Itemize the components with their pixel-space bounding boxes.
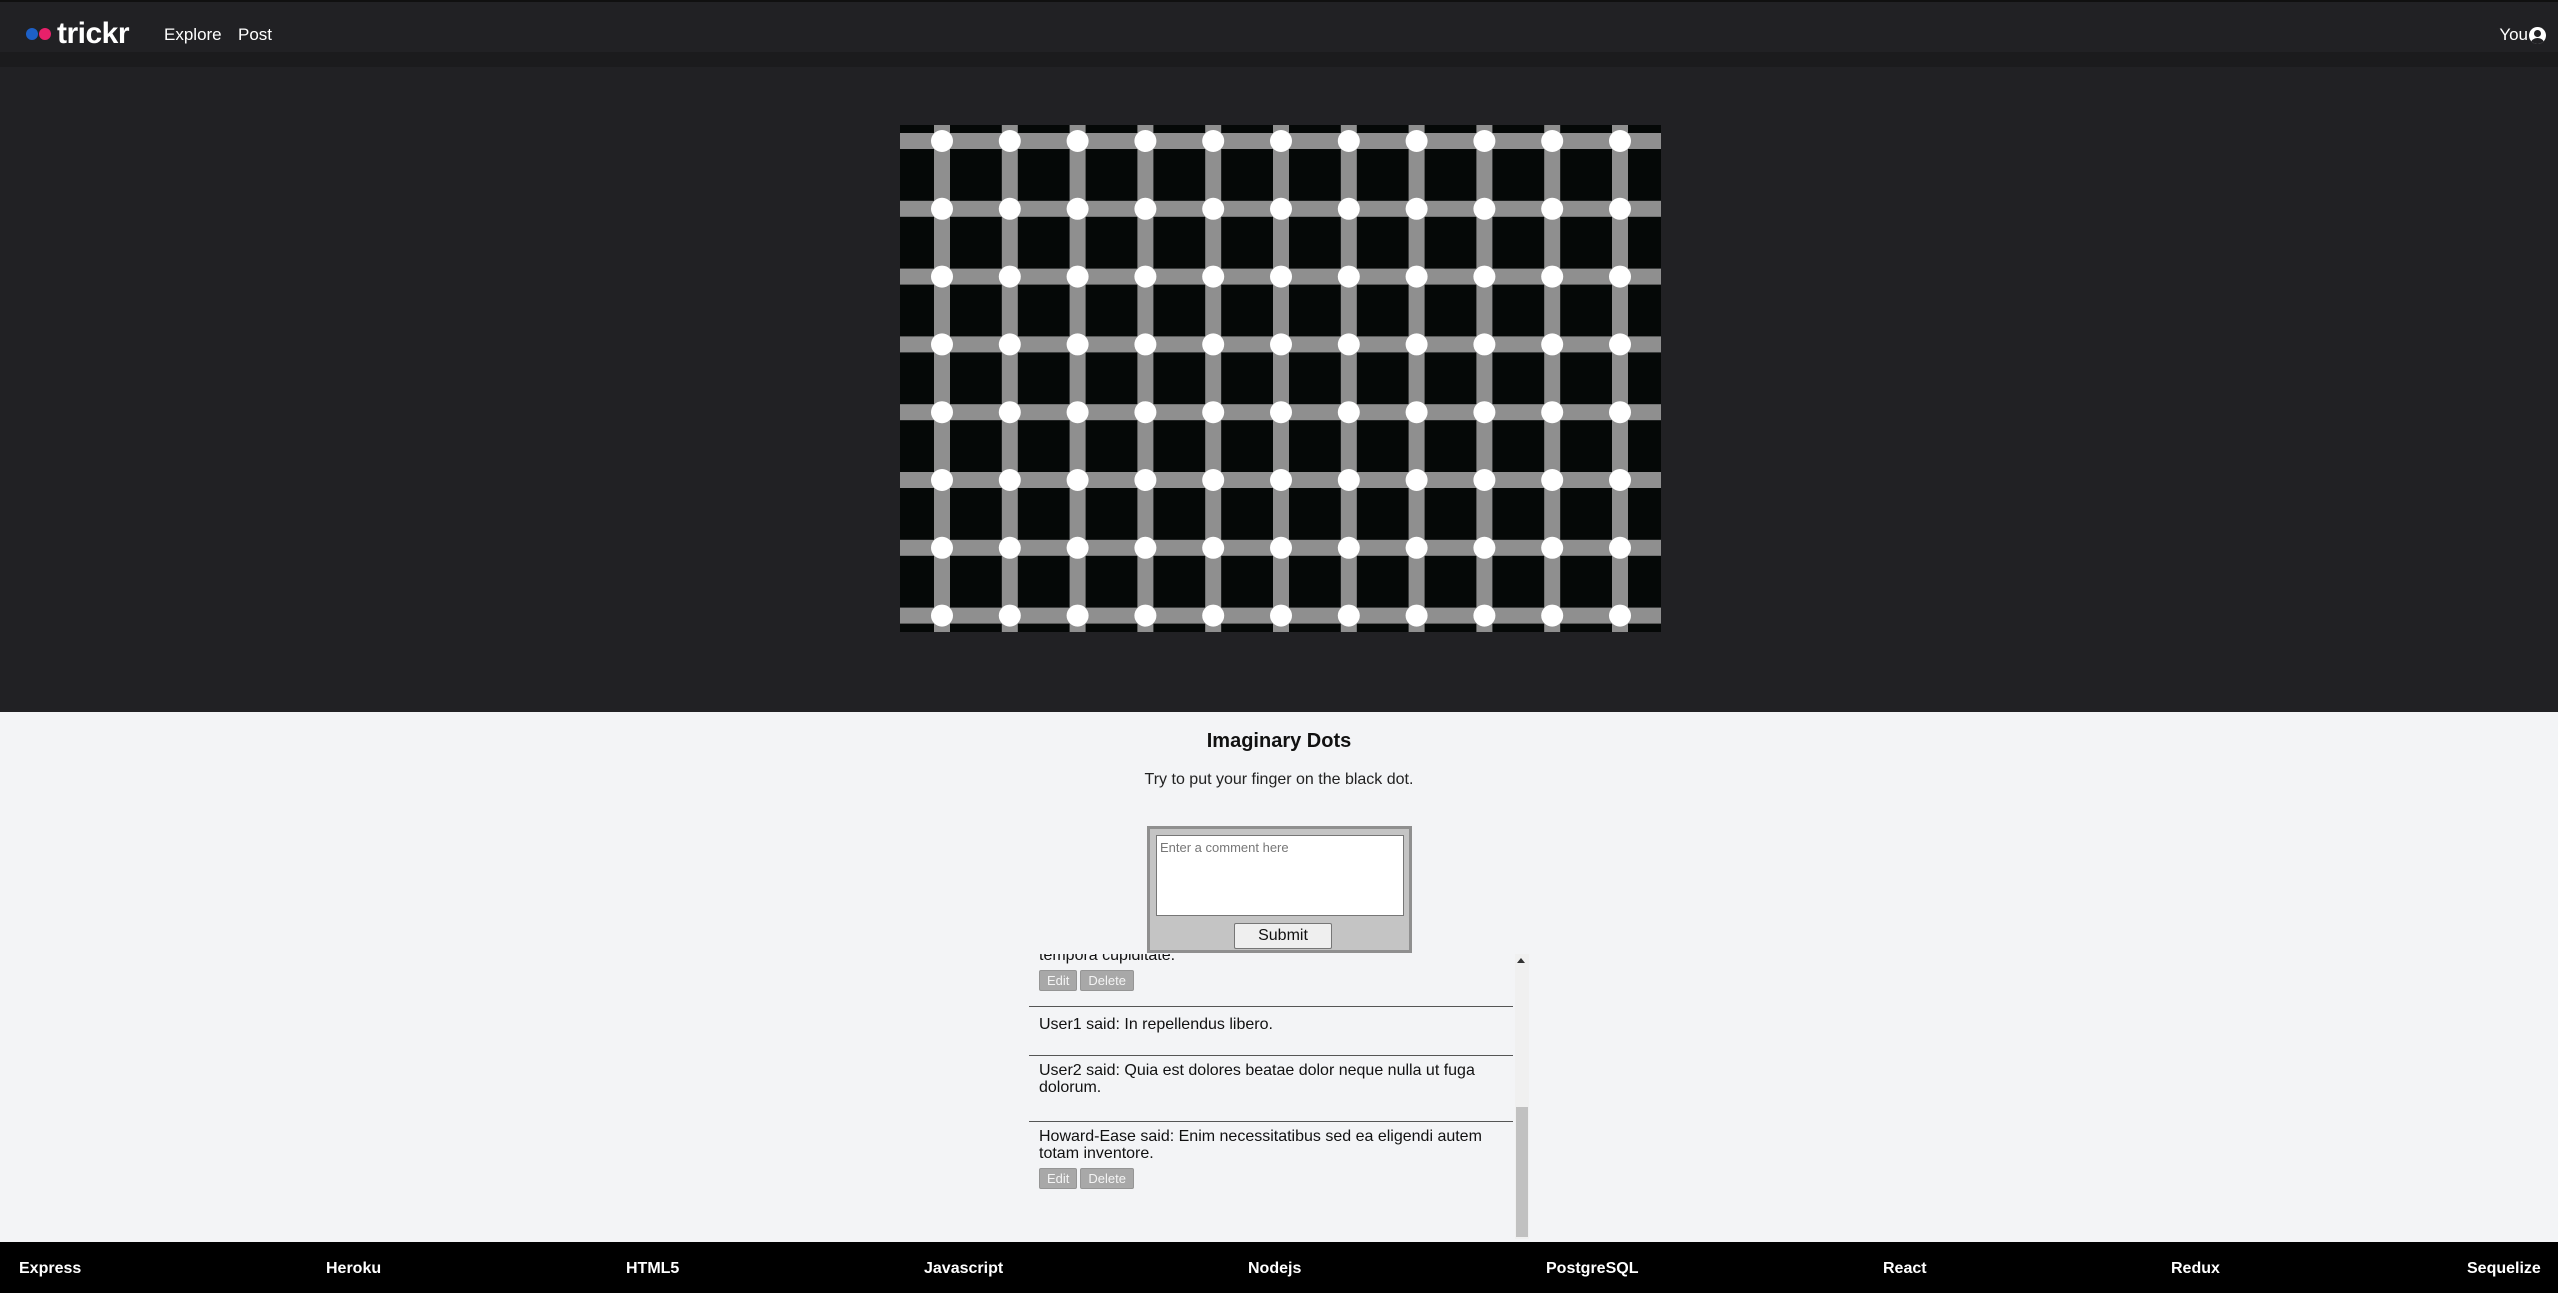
comment-item: Howard-Ease said: Enim necessitatibus se… [1029,1122,1513,1232]
user-menu[interactable]: You [2499,24,2546,46]
comment-text: Howard-Ease said: Enim necessitatibus se… [1039,1128,1482,1162]
footer-tech-nodejs: Nodejs [1248,1260,1302,1277]
navbar-subbar [0,52,2558,67]
edit-comment-button[interactable]: Edit [1039,970,1078,991]
user-label: You [2499,25,2528,44]
nav-post-link[interactable]: Post [238,24,272,46]
photo-description: Try to put your finger on the black dot. [1144,771,1414,788]
logo[interactable]: trickr [26,16,130,52]
footer-tech-html5: HTML5 [626,1260,680,1277]
footer-tech-redux: Redux [2171,1260,2220,1277]
comment-form: Submit [1147,826,1412,953]
comment-text: tempora cupiditate. [1039,954,1176,964]
footer: Express Heroku HTML5 Javascript Nodejs P… [0,1242,2558,1293]
navbar: trickr Explore Post You [0,0,2558,67]
delete-comment-button[interactable]: Delete [1080,970,1134,991]
comment-item: User2 said: Quia est dolores beatae dolo… [1029,1056,1513,1122]
comment-input[interactable] [1156,835,1404,916]
logo-blue-dot-icon [26,28,38,40]
photo-title: Imaginary Dots [1206,730,1352,752]
footer-tech-react: React [1883,1260,1927,1277]
delete-comment-button[interactable]: Delete [1080,1168,1134,1189]
scroll-up-arrow-icon[interactable] [1517,958,1525,963]
comment-item: User1 said: In repellendus libero. [1029,1007,1513,1056]
logo-pink-dot-icon [39,28,51,40]
footer-tech-postgresql: PostgreSQL [1546,1260,1639,1277]
edit-comment-button[interactable]: Edit [1039,1168,1078,1189]
comment-item: tempora cupiditate. Edit Delete [1029,954,1513,1007]
comment-text: User1 said: In repellendus libero. [1039,1016,1273,1033]
submit-comment-button[interactable]: Submit [1234,923,1332,949]
photo-viewer [0,67,2558,712]
photo-image [900,125,1661,632]
footer-tech-javascript: Javascript [924,1260,1004,1277]
footer-tech-sequelize: Sequelize [2467,1260,2541,1277]
footer-tech-heroku: Heroku [326,1260,382,1277]
user-circle-icon [2529,26,2546,44]
comments-list[interactable]: tempora cupiditate. Edit Delete User1 sa… [1029,954,1529,1239]
logo-wordmark: trickr [57,17,130,50]
scrollbar-thumb[interactable] [1516,1107,1528,1237]
footer-tech-express: Express [19,1260,82,1277]
comment-text: User2 said: Quia est dolores beatae dolo… [1039,1062,1475,1096]
nav-explore-link[interactable]: Explore [164,24,222,46]
